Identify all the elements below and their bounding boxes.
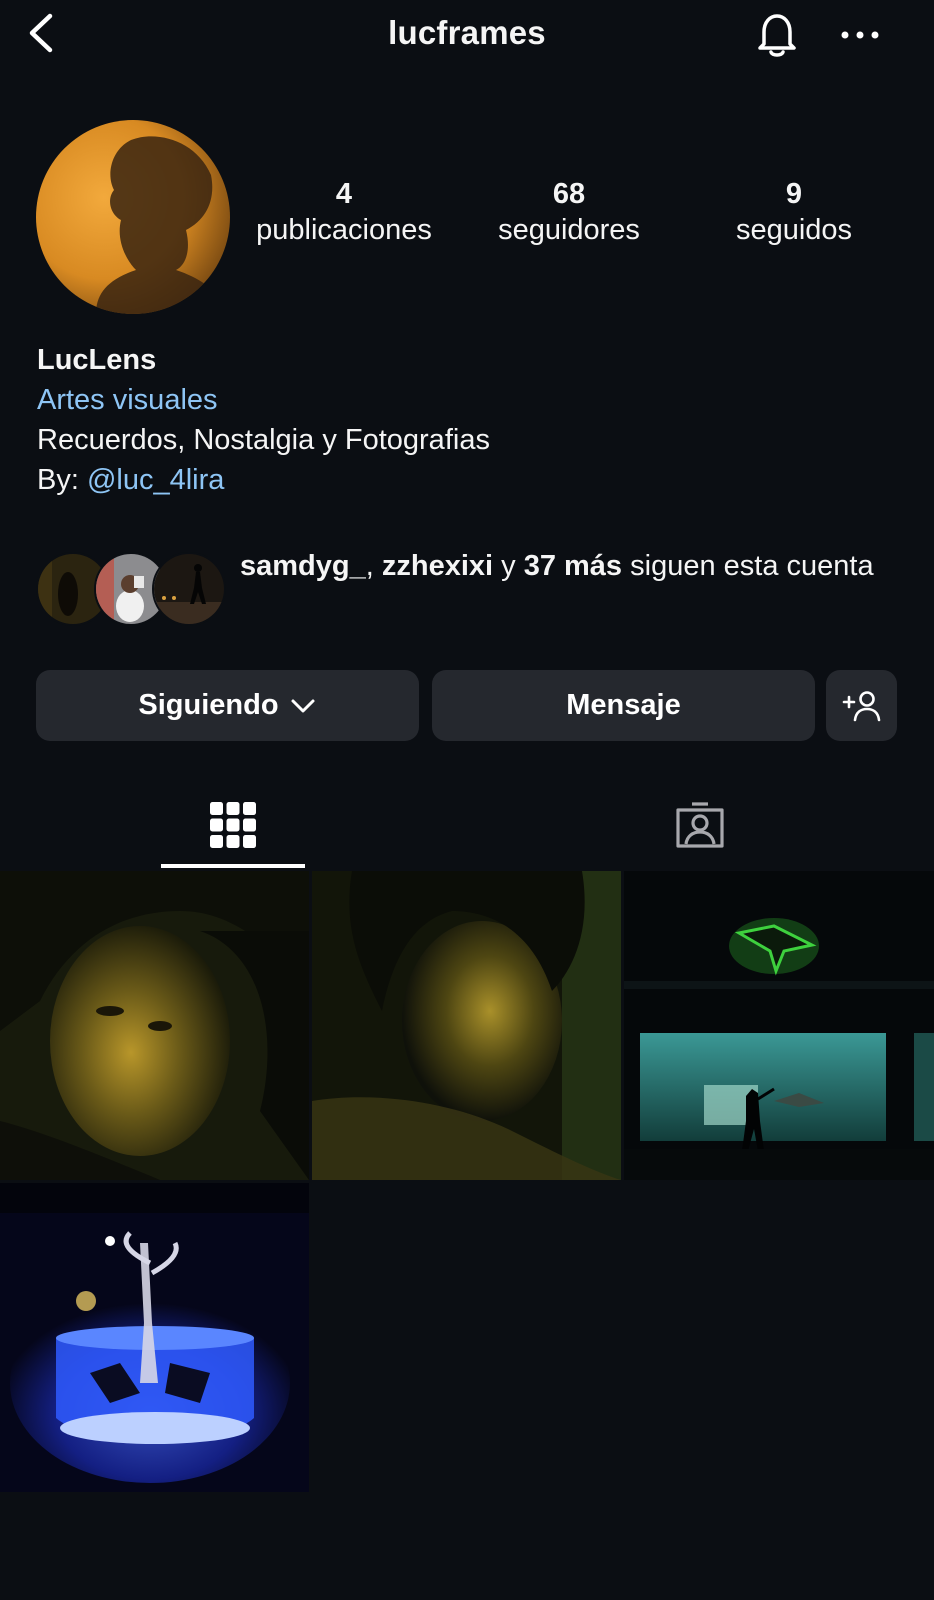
bell-icon <box>758 14 796 57</box>
notifications-button[interactable] <box>752 8 802 60</box>
mutual-separator: , <box>365 550 382 582</box>
active-tab-indicator <box>161 864 305 868</box>
posts-stat[interactable]: 4 publicaciones <box>240 176 448 248</box>
profile-avatar[interactable] <box>36 120 230 314</box>
by-handle-link[interactable]: @luc_4lira <box>87 464 224 496</box>
mutual-user-1: samdyg_ <box>240 550 366 582</box>
tab-posts-grid[interactable] <box>161 780 305 870</box>
chevron-down-icon <box>291 699 315 712</box>
following-label: Siguiendo <box>138 689 279 721</box>
profile-tabs <box>0 780 934 870</box>
top-bar: lucframes <box>0 0 934 70</box>
more-horizontal-icon <box>841 31 879 39</box>
post-thumbnail[interactable] <box>0 871 309 1180</box>
grid-icon <box>210 802 256 848</box>
category-label[interactable]: Artes visuales <box>37 380 490 420</box>
following-label: seguidos <box>735 214 853 246</box>
following-stat[interactable]: 9 seguidos <box>712 176 876 248</box>
post-thumbnail[interactable] <box>0 1183 309 1492</box>
posts-label: publicaciones <box>256 214 432 246</box>
display-name: LucLens <box>37 344 157 376</box>
post-thumbnail[interactable] <box>312 871 621 1180</box>
mutual-followers-avatars[interactable] <box>36 552 226 626</box>
tab-tagged[interactable] <box>640 780 760 870</box>
following-count: 9 <box>785 178 803 210</box>
message-button[interactable]: Mensaje <box>432 670 815 741</box>
followers-count: 68 <box>552 178 586 210</box>
tagged-person-icon <box>676 802 724 848</box>
add-person-icon <box>842 690 880 721</box>
more-options-button[interactable] <box>838 18 882 52</box>
mutual-avatar <box>152 552 226 626</box>
mutual-more-count: 37 más <box>523 550 623 582</box>
bio-description: Recuerdos, Nostalgia y Fotografias <box>37 424 490 456</box>
message-label: Mensaje <box>566 689 681 721</box>
post-thumbnail[interactable] <box>624 871 934 1180</box>
mutual-connector: y <box>493 550 524 582</box>
suggest-users-button[interactable] <box>826 670 897 741</box>
bio-by-line: By: @luc_4lira <box>37 460 490 500</box>
profile-bio: LucLens Artes visuales Recuerdos, Nostal… <box>37 340 490 500</box>
following-button[interactable]: Siguiendo <box>36 670 419 741</box>
by-prefix: By: <box>37 464 87 496</box>
mutual-suffix: siguen esta cuenta <box>622 550 874 582</box>
followers-label: seguidores <box>498 214 640 246</box>
followers-stat[interactable]: 68 seguidores <box>480 176 658 248</box>
mutual-user-2: zzhexixi <box>381 550 494 582</box>
posts-count: 4 <box>335 178 353 210</box>
mutual-followers-text[interactable]: samdyg_, zzhexixi y 37 más siguen esta c… <box>240 546 900 587</box>
